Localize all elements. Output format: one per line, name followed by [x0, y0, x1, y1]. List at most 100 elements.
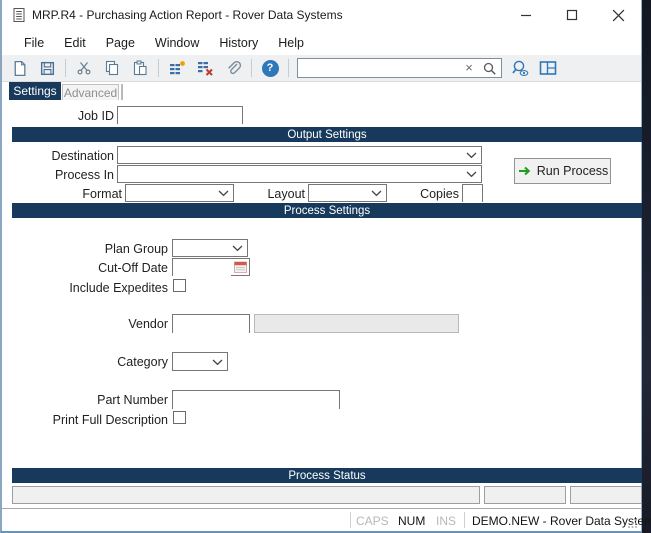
tab-strip-edge [121, 84, 123, 100]
record-lookup-icon [512, 60, 529, 76]
copies-input[interactable] [463, 186, 482, 202]
part-number-field-wrap [172, 390, 340, 409]
menu-bar: File Edit Page Window History Help [2, 30, 641, 55]
title-bar: MRP.R4 - Purchasing Action Report - Rove… [2, 0, 641, 30]
copy-button[interactable] [100, 57, 124, 79]
chevron-down-icon [466, 171, 477, 178]
help-button[interactable]: ? [258, 57, 282, 79]
category-select[interactable] [172, 352, 228, 371]
category-value [173, 355, 176, 369]
process-settings-header: Process Settings [12, 203, 642, 218]
run-process-button[interactable]: Run Process [514, 158, 611, 184]
resize-grip[interactable] [627, 518, 638, 529]
run-arrow-icon [518, 166, 530, 176]
statusbar-divider [464, 512, 465, 528]
clear-search-icon[interactable]: × [461, 60, 477, 76]
app-window: MRP.R4 - Purchasing Action Report - Rove… [0, 0, 651, 533]
cutoff-date-input[interactable] [173, 260, 231, 276]
process-status-title: Process Status [288, 469, 366, 482]
copies-label: Copies [420, 187, 459, 201]
toolbar-separator [251, 59, 252, 77]
status-bar: CAPS NUM INS DEMO.NEW - Rover Data Syste… [2, 508, 651, 531]
vendor-description-field [254, 314, 459, 333]
part-number-input[interactable] [173, 391, 339, 409]
statusbar-divider [350, 512, 351, 528]
layout-view-button[interactable] [536, 57, 560, 79]
paste-button[interactable] [128, 57, 152, 79]
toolbar-separator [158, 59, 159, 77]
save-icon [40, 61, 54, 75]
calendar-icon[interactable] [234, 261, 247, 273]
caps-lock-indicator: CAPS [356, 514, 389, 528]
delete-record-button[interactable] [193, 57, 217, 79]
print-full-description-label: Print Full Description [52, 413, 168, 427]
job-id-label: Job ID [77, 109, 114, 123]
vendor-input[interactable] [173, 315, 249, 333]
close-button[interactable] [595, 0, 641, 30]
menu-help[interactable]: Help [268, 33, 314, 53]
attachment-icon [228, 61, 242, 75]
maximize-icon [566, 9, 578, 21]
new-document-icon [14, 60, 25, 76]
output-settings-title: Output Settings [287, 128, 367, 141]
job-id-field-wrap [117, 106, 243, 124]
menu-page[interactable]: Page [96, 33, 145, 53]
attachment-button[interactable] [221, 57, 245, 79]
run-process-label: Run Process [536, 164, 609, 178]
part-number-label: Part Number [97, 393, 168, 407]
copy-icon [105, 60, 119, 76]
app-icon [13, 8, 25, 22]
close-icon [612, 9, 624, 21]
cutoff-date-label: Cut-Off Date [98, 261, 168, 275]
maximize-button[interactable] [549, 0, 595, 30]
layout-label: Layout [267, 187, 305, 201]
destination-label: Destination [51, 149, 114, 163]
process-status-cell-main [12, 486, 480, 504]
tab-advanced[interactable]: Advanced [62, 84, 119, 100]
window-title: MRP.R4 - Purchasing Action Report - Rove… [32, 8, 343, 22]
menu-history[interactable]: History [209, 33, 268, 53]
process-status-header: Process Status [12, 468, 642, 483]
search-input[interactable] [300, 59, 460, 77]
plan-group-label: Plan Group [104, 242, 168, 256]
chevron-down-icon [466, 152, 477, 159]
destination-value [118, 149, 121, 163]
print-full-description-checkbox[interactable] [173, 411, 186, 424]
plan-group-value [173, 242, 176, 256]
toolbar-separator [65, 59, 66, 77]
minimize-button[interactable] [503, 0, 549, 30]
plan-group-select[interactable] [172, 239, 248, 257]
insert-mode-indicator: INS [436, 514, 457, 528]
process-in-label: Process In [54, 168, 114, 182]
category-label: Category [117, 355, 168, 369]
help-icon: ? [261, 59, 279, 77]
menu-edit[interactable]: Edit [54, 33, 96, 53]
layout-view-icon [539, 61, 557, 75]
num-lock-indicator: NUM [398, 514, 426, 528]
format-label: Format [82, 187, 122, 201]
toolbar: ? × [2, 55, 641, 82]
include-expedites-checkbox[interactable] [173, 279, 186, 292]
menu-file[interactable]: File [14, 33, 54, 53]
menu-window[interactable]: Window [145, 33, 209, 53]
process-in-select[interactable] [117, 165, 482, 183]
job-id-input[interactable] [118, 108, 242, 124]
record-lookup-button[interactable] [508, 57, 532, 79]
cutoff-date-field-wrap [172, 258, 250, 276]
destination-select[interactable] [117, 146, 482, 164]
add-record-button[interactable] [165, 57, 189, 79]
format-value [126, 187, 129, 201]
vendor-label: Vendor [128, 317, 168, 331]
new-document-button[interactable] [7, 57, 31, 79]
toolbar-search: × [297, 58, 502, 78]
search-icon[interactable] [482, 61, 498, 77]
chevron-down-icon [232, 245, 243, 252]
save-button[interactable] [35, 57, 59, 79]
paste-icon [133, 60, 147, 76]
toolbar-separator [288, 59, 289, 77]
tab-settings[interactable]: Settings [9, 82, 61, 100]
cut-button[interactable] [72, 57, 96, 79]
layout-value [309, 187, 312, 201]
delete-record-icon [197, 62, 213, 76]
process-in-value [118, 168, 121, 182]
